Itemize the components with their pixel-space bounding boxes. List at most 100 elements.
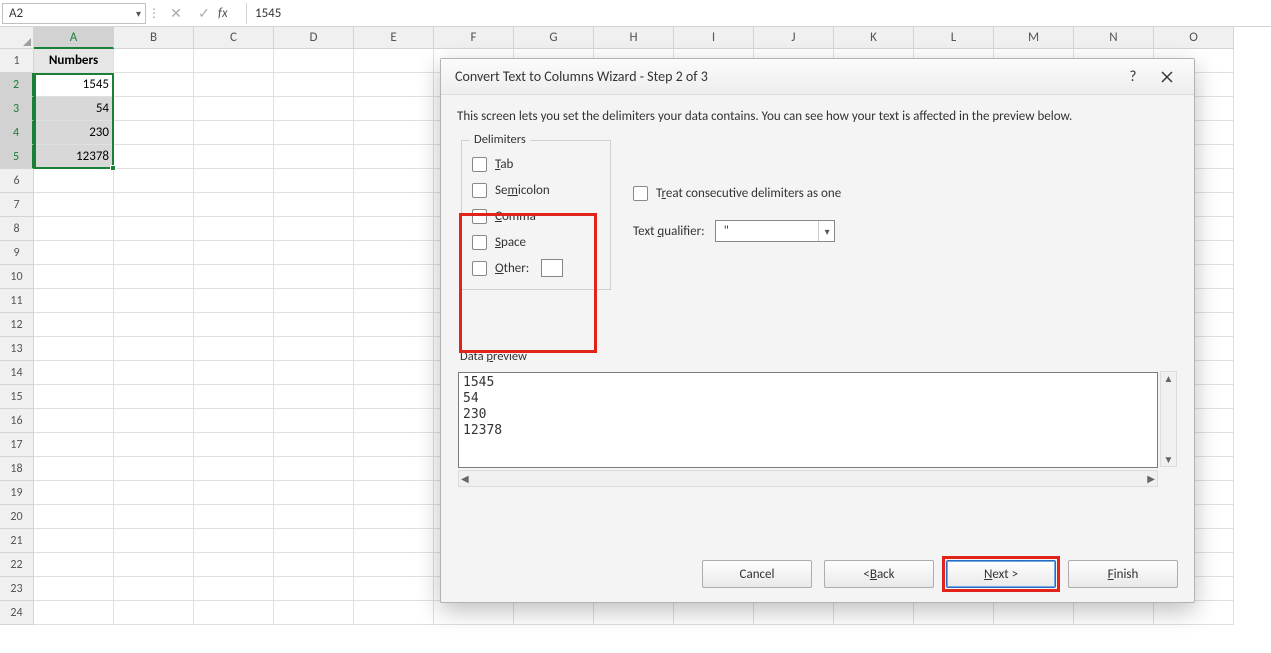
cell[interactable] <box>274 457 354 481</box>
cell[interactable] <box>194 289 274 313</box>
cell[interactable] <box>274 169 354 193</box>
cell[interactable] <box>194 457 274 481</box>
cell[interactable] <box>194 505 274 529</box>
cell[interactable] <box>114 601 194 625</box>
cell[interactable] <box>194 481 274 505</box>
cell[interactable] <box>274 289 354 313</box>
cell[interactable] <box>194 577 274 601</box>
cell[interactable] <box>274 49 354 73</box>
row-header[interactable]: 22 <box>0 553 34 577</box>
cell[interactable] <box>354 457 434 481</box>
cell[interactable] <box>34 409 114 433</box>
preview-vscroll[interactable]: ▲▼ <box>1160 371 1177 467</box>
checkbox-comma[interactable]: Comma <box>472 203 600 229</box>
cell[interactable] <box>34 481 114 505</box>
cell[interactable] <box>114 169 194 193</box>
cell[interactable] <box>834 601 914 625</box>
cell[interactable] <box>114 481 194 505</box>
cell[interactable] <box>354 361 434 385</box>
cell[interactable] <box>674 601 754 625</box>
next-button[interactable]: Next > <box>946 560 1056 588</box>
cell[interactable] <box>194 361 274 385</box>
cell[interactable] <box>34 169 114 193</box>
cell[interactable] <box>274 121 354 145</box>
cell[interactable] <box>274 313 354 337</box>
cell[interactable] <box>274 217 354 241</box>
cell[interactable] <box>114 97 194 121</box>
checkbox-space[interactable]: Space <box>472 229 600 255</box>
cell[interactable] <box>354 241 434 265</box>
checkbox-semicolon[interactable]: Semicolon <box>472 177 600 203</box>
col-header[interactable]: C <box>194 27 274 49</box>
row-header[interactable]: 24 <box>0 601 34 625</box>
cell[interactable] <box>354 49 434 73</box>
cell-a3[interactable]: 54 <box>34 97 114 121</box>
row-header[interactable]: 13 <box>0 337 34 361</box>
cell[interactable] <box>354 145 434 169</box>
cell[interactable] <box>114 145 194 169</box>
cell[interactable] <box>34 385 114 409</box>
cell[interactable] <box>114 433 194 457</box>
cell[interactable] <box>34 433 114 457</box>
cell[interactable] <box>354 601 434 625</box>
cell[interactable] <box>114 409 194 433</box>
col-header[interactable]: B <box>114 27 194 49</box>
cell[interactable] <box>194 241 274 265</box>
col-header[interactable]: M <box>994 27 1074 49</box>
cell[interactable] <box>354 169 434 193</box>
cell[interactable] <box>274 481 354 505</box>
cell[interactable] <box>194 529 274 553</box>
cell[interactable] <box>114 265 194 289</box>
row-header[interactable]: 8 <box>0 217 34 241</box>
cell[interactable] <box>354 529 434 553</box>
finish-button[interactable]: Finish <box>1068 560 1178 588</box>
cell[interactable] <box>194 385 274 409</box>
cell[interactable] <box>274 505 354 529</box>
cell[interactable] <box>114 313 194 337</box>
cell[interactable] <box>354 193 434 217</box>
col-header[interactable]: J <box>754 27 834 49</box>
row-header[interactable]: 4 <box>0 121 34 145</box>
dropdown-icon[interactable]: ▾ <box>136 7 141 20</box>
select-all-corner[interactable] <box>0 27 34 49</box>
cell[interactable] <box>194 49 274 73</box>
cell[interactable] <box>114 361 194 385</box>
row-header[interactable]: 20 <box>0 505 34 529</box>
cell[interactable] <box>114 529 194 553</box>
cell[interactable] <box>194 409 274 433</box>
cell[interactable] <box>194 601 274 625</box>
cell[interactable] <box>754 601 834 625</box>
cell[interactable] <box>114 193 194 217</box>
back-button[interactable]: < Back <box>824 560 934 588</box>
cell[interactable] <box>34 553 114 577</box>
cell[interactable] <box>114 241 194 265</box>
cell[interactable] <box>194 193 274 217</box>
cell[interactable] <box>194 337 274 361</box>
cell[interactable] <box>194 553 274 577</box>
cell[interactable] <box>914 601 994 625</box>
cell[interactable] <box>194 73 274 97</box>
cell[interactable] <box>34 217 114 241</box>
cell[interactable] <box>354 505 434 529</box>
row-header[interactable]: 19 <box>0 481 34 505</box>
cell[interactable] <box>1154 601 1234 625</box>
cell[interactable] <box>114 121 194 145</box>
cell[interactable] <box>194 145 274 169</box>
col-header[interactable]: I <box>674 27 754 49</box>
cell[interactable] <box>194 97 274 121</box>
cell[interactable] <box>354 97 434 121</box>
cell[interactable] <box>114 289 194 313</box>
name-box[interactable]: A2 ▾ <box>2 3 146 24</box>
cell[interactable] <box>34 361 114 385</box>
cell[interactable] <box>354 289 434 313</box>
cell[interactable] <box>354 553 434 577</box>
cell[interactable] <box>34 601 114 625</box>
cell-a4[interactable]: 230 <box>34 121 114 145</box>
cell[interactable] <box>274 553 354 577</box>
row-header[interactable]: 9 <box>0 241 34 265</box>
cell[interactable] <box>354 313 434 337</box>
cell[interactable] <box>274 241 354 265</box>
cell[interactable] <box>34 241 114 265</box>
close-button[interactable] <box>1150 62 1184 92</box>
cell[interactable] <box>274 97 354 121</box>
